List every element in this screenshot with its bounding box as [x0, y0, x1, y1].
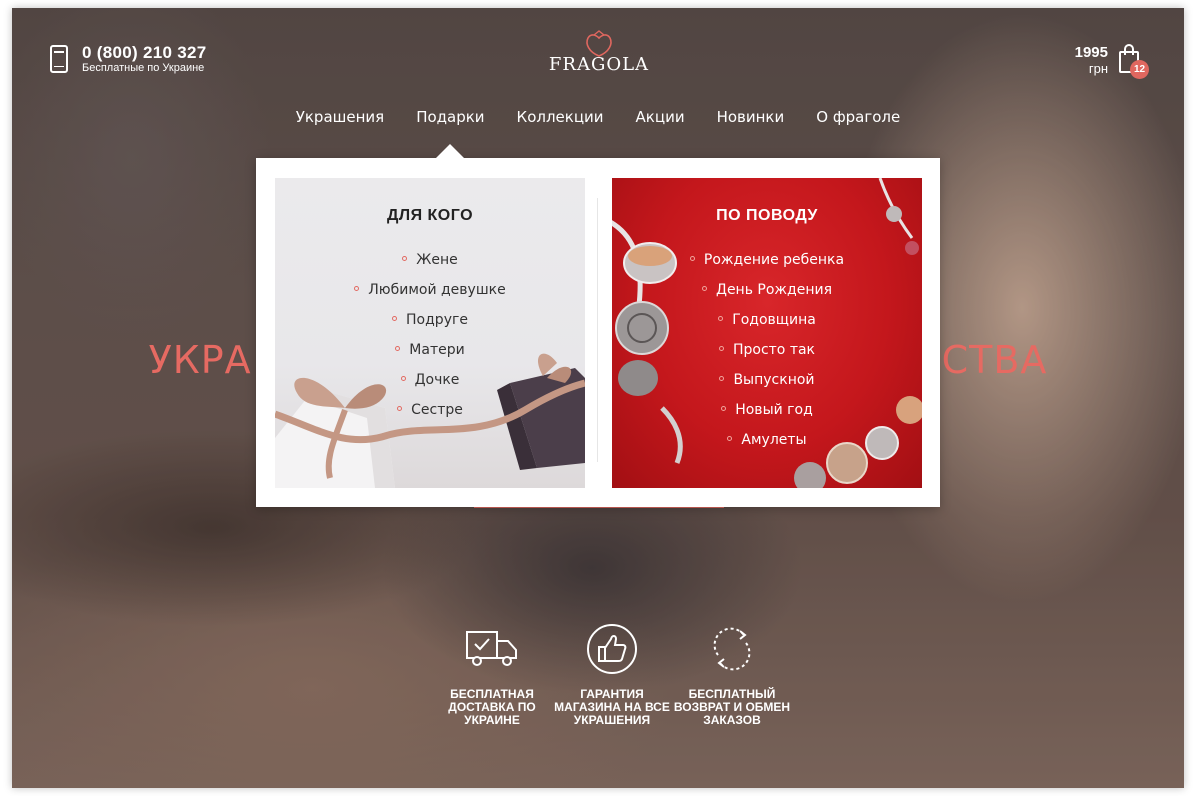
occasion-panel: ПО ПОВОДУ Рождение ребенка День Рождения…	[612, 178, 922, 488]
feature-delivery: Бесплатная доставка по Украине	[432, 624, 552, 727]
nav-item-jewelry[interactable]: Украшения	[296, 108, 384, 126]
occasion-item-birth[interactable]: Рождение ребенка	[612, 250, 922, 280]
occasion-item-just-because[interactable]: Просто так	[612, 340, 922, 370]
bullet-icon	[719, 375, 725, 381]
bullet-icon	[718, 315, 724, 321]
list-item-label: Новый год	[735, 402, 813, 418]
occasion-item-graduation[interactable]: Выпускной	[612, 370, 922, 400]
cart-sum: 1995 грн	[1075, 44, 1108, 76]
bullet-icon	[727, 435, 733, 441]
list-item-label: Жене	[416, 252, 458, 268]
occasion-item-amulets[interactable]: Амулеты	[612, 430, 922, 460]
feature-guarantee: Гарантия магазина на все украшения	[552, 624, 672, 727]
cart-amount: 1995	[1074, 44, 1108, 61]
list-item-label: Любимой девушке	[368, 282, 506, 298]
bullet-icon	[397, 405, 403, 411]
main-nav: Украшения Подарки Коллекции Акции Новинк…	[12, 108, 1184, 126]
for-whom-item-sister[interactable]: Сестре	[275, 400, 585, 430]
bullet-icon	[392, 315, 398, 321]
nav-item-about[interactable]: О фраголе	[816, 108, 900, 126]
nav-item-sales[interactable]: Акции	[636, 108, 685, 126]
bullet-icon	[354, 285, 360, 291]
for-whom-panel: ДЛЯ КОГО Жене Любимой девушке Подруге Ма…	[275, 178, 585, 488]
thumbs-up-icon	[587, 624, 637, 674]
list-item-label: Просто так	[732, 342, 816, 358]
logo[interactable]: FRAGOLA	[547, 30, 651, 86]
truck-check-icon	[466, 631, 517, 666]
list-item-label: Подруге	[406, 312, 468, 328]
nav-item-gifts[interactable]: Подарки	[416, 108, 484, 126]
phone-number[interactable]: 0 (800) 210 327	[82, 43, 207, 62]
bullet-icon	[402, 255, 408, 261]
bullet-icon	[721, 405, 727, 411]
feature-return-text: Бесплатный возврат и обмен заказов	[673, 687, 791, 727]
list-item-label: Амулеты	[741, 432, 807, 448]
cart-count-badge: 12	[1130, 60, 1149, 79]
phone-icon	[50, 45, 68, 73]
occasion-item-birthday[interactable]: День Рождения	[612, 280, 922, 310]
occasion-list: Рождение ребенка День Рождения Годовщина…	[612, 250, 922, 460]
feature-guarantee-text: Гарантия магазина на все украшения	[554, 687, 670, 727]
cart[interactable]: 1995 грн 12	[1075, 44, 1149, 79]
refresh-icon	[713, 627, 751, 671]
nav-item-new[interactable]: Новинки	[717, 108, 785, 126]
logo-text: FRAGOLA	[548, 54, 650, 75]
feature-return: Бесплатный возврат и обмен заказов	[672, 624, 792, 727]
list-item-label: Сестре	[411, 402, 463, 418]
list-item-label: Рождение ребенка	[703, 252, 845, 268]
list-item-label: Дочке	[414, 372, 460, 388]
nav-item-collections[interactable]: Коллекции	[517, 108, 604, 126]
header-phone[interactable]: 0 (800) 210 327 Бесплатные по Украине	[50, 43, 207, 75]
for-whom-item-daughter[interactable]: Дочке	[275, 370, 585, 400]
bullet-icon	[689, 255, 695, 261]
for-whom-item-mother[interactable]: Матери	[275, 340, 585, 370]
bullet-icon	[702, 285, 707, 291]
bullet-icon	[395, 345, 401, 351]
features: Бесплатная доставка по Украине Гарантия …	[432, 624, 792, 727]
list-item-label: Матери	[409, 342, 465, 358]
bullet-icon	[718, 345, 724, 351]
dropdown-arrow	[436, 144, 464, 158]
phone-note: Бесплатные по Украине	[82, 62, 205, 74]
shopping-bag-icon[interactable]: 12	[1118, 44, 1149, 79]
occasion-item-anniversary[interactable]: Годовщина	[612, 310, 922, 340]
cart-currency: грн	[1088, 61, 1108, 76]
gifts-dropdown: ДЛЯ КОГО Жене Любимой девушке Подруге Ма…	[256, 158, 940, 507]
for-whom-item-girlfriend[interactable]: Любимой девушке	[275, 280, 585, 310]
list-item-label: Годовщина	[732, 312, 816, 328]
occasion-item-new-year[interactable]: Новый год	[612, 400, 922, 430]
hero-title-left: УКРА	[148, 338, 252, 382]
feature-delivery-text: Бесплатная доставка по Украине	[448, 687, 536, 727]
panel-divider	[597, 198, 598, 462]
for-whom-list: Жене Любимой девушке Подруге Матери Дочк…	[275, 250, 585, 430]
bullet-icon	[400, 375, 406, 381]
for-whom-item-wife[interactable]: Жене	[275, 250, 585, 280]
list-item-label: Выпускной	[733, 372, 815, 388]
hero-title-right: СТВА	[941, 338, 1048, 382]
for-whom-item-friend[interactable]: Подруге	[275, 310, 585, 340]
list-item-label: День Рождения	[716, 282, 832, 298]
